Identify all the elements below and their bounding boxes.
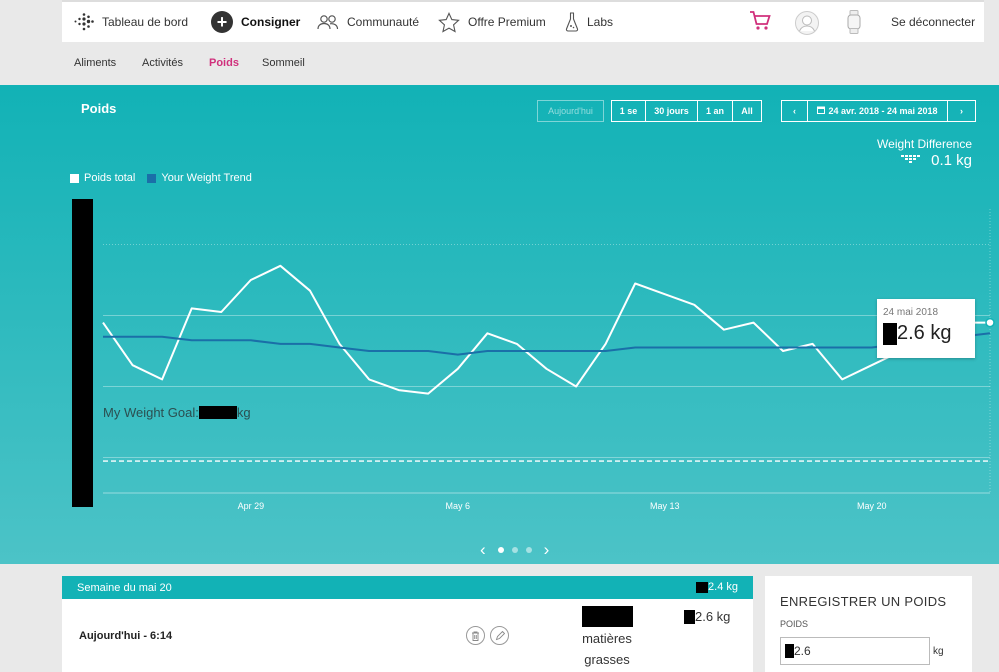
chart-pager: ‹ › bbox=[480, 540, 549, 560]
weight-panel: Poids Aujourd'hui 1 se 30 jours 1 an All… bbox=[0, 85, 999, 564]
pencil-icon[interactable] bbox=[490, 626, 509, 645]
redaction bbox=[785, 644, 794, 658]
redaction bbox=[684, 609, 695, 624]
top-nav: Tableau de bord + Consigner Communauté O… bbox=[62, 0, 984, 44]
week-total: 2.4 kg bbox=[696, 581, 738, 593]
x-tick-label: May 13 bbox=[650, 501, 680, 511]
nav-log[interactable]: + Consigner bbox=[199, 2, 313, 44]
tooltip-date: 24 mai 2018 bbox=[883, 307, 939, 318]
redaction bbox=[883, 322, 897, 345]
x-tick-label: Apr 29 bbox=[238, 501, 265, 511]
pager-dot[interactable] bbox=[511, 547, 518, 553]
x-tick-label: May 6 bbox=[446, 501, 471, 511]
star-icon bbox=[438, 11, 460, 33]
plus-circle-icon: + bbox=[211, 11, 233, 33]
trash-icon[interactable] bbox=[466, 626, 485, 645]
weight-goal-label: My Weight Goal: kg bbox=[103, 405, 251, 420]
tab-activities[interactable]: Activités bbox=[142, 57, 183, 69]
pager-dot[interactable] bbox=[497, 547, 504, 553]
nav-labs[interactable]: Labs bbox=[565, 2, 613, 42]
log-weight-card: ENREGISTRER UN POIDS POIDS 2.6 kg bbox=[765, 576, 972, 672]
week-log-card: Semaine du mai 20 2.4 kg Aujourd'hui - 6… bbox=[62, 576, 753, 672]
tab-weight[interactable]: Poids bbox=[209, 57, 239, 69]
tab-food[interactable]: Aliments bbox=[74, 57, 116, 69]
tooltip-value: 2.6 kg bbox=[883, 322, 969, 345]
log-weight-title: ENREGISTRER UN POIDS bbox=[780, 594, 947, 609]
weight-unit: kg bbox=[933, 646, 944, 657]
nav-community[interactable]: Communauté bbox=[317, 2, 419, 42]
flask-icon bbox=[565, 12, 579, 32]
entry-weight: 2.6 kg bbox=[684, 609, 730, 624]
watch-icon[interactable] bbox=[847, 10, 861, 39]
week-header: Semaine du mai 20 2.4 kg bbox=[62, 576, 753, 599]
nav-premium[interactable]: Offre Premium bbox=[438, 2, 546, 42]
pager-dot[interactable] bbox=[525, 547, 532, 553]
redaction bbox=[198, 406, 237, 419]
weight-field-label: POIDS bbox=[780, 619, 809, 629]
fitbit-logo-icon bbox=[74, 12, 94, 32]
weight-input[interactable]: 2.6 bbox=[780, 637, 930, 665]
redaction bbox=[696, 581, 709, 593]
entry-time: Aujourd'hui - 6:14 bbox=[79, 630, 173, 642]
x-tick-label: May 20 bbox=[857, 501, 887, 511]
community-icon bbox=[317, 14, 339, 30]
chevron-right-icon[interactable]: › bbox=[544, 540, 550, 560]
series-line-total bbox=[102, 264, 990, 395]
data-point bbox=[985, 317, 995, 328]
sub-nav: Aliments Activités Poids Sommeil bbox=[0, 42, 999, 85]
series-line-trend bbox=[103, 332, 991, 356]
y-axis-redaction bbox=[72, 199, 93, 507]
avatar-icon[interactable] bbox=[795, 11, 819, 40]
chart-tooltip: 24 mai 2018 2.6 kg bbox=[877, 299, 975, 358]
fat-entry: matières grasses bbox=[567, 606, 647, 670]
nav-dashboard[interactable]: Tableau de bord bbox=[74, 2, 188, 42]
logout-link[interactable]: Se déconnecter bbox=[891, 2, 975, 42]
chevron-left-icon[interactable]: ‹ bbox=[480, 540, 486, 560]
weight-chart[interactable]: Apr 29 May 6 May 13 May 20 bbox=[0, 85, 999, 564]
tab-sleep[interactable]: Sommeil bbox=[262, 57, 305, 69]
cart-icon[interactable] bbox=[749, 10, 771, 37]
redaction bbox=[581, 606, 633, 627]
